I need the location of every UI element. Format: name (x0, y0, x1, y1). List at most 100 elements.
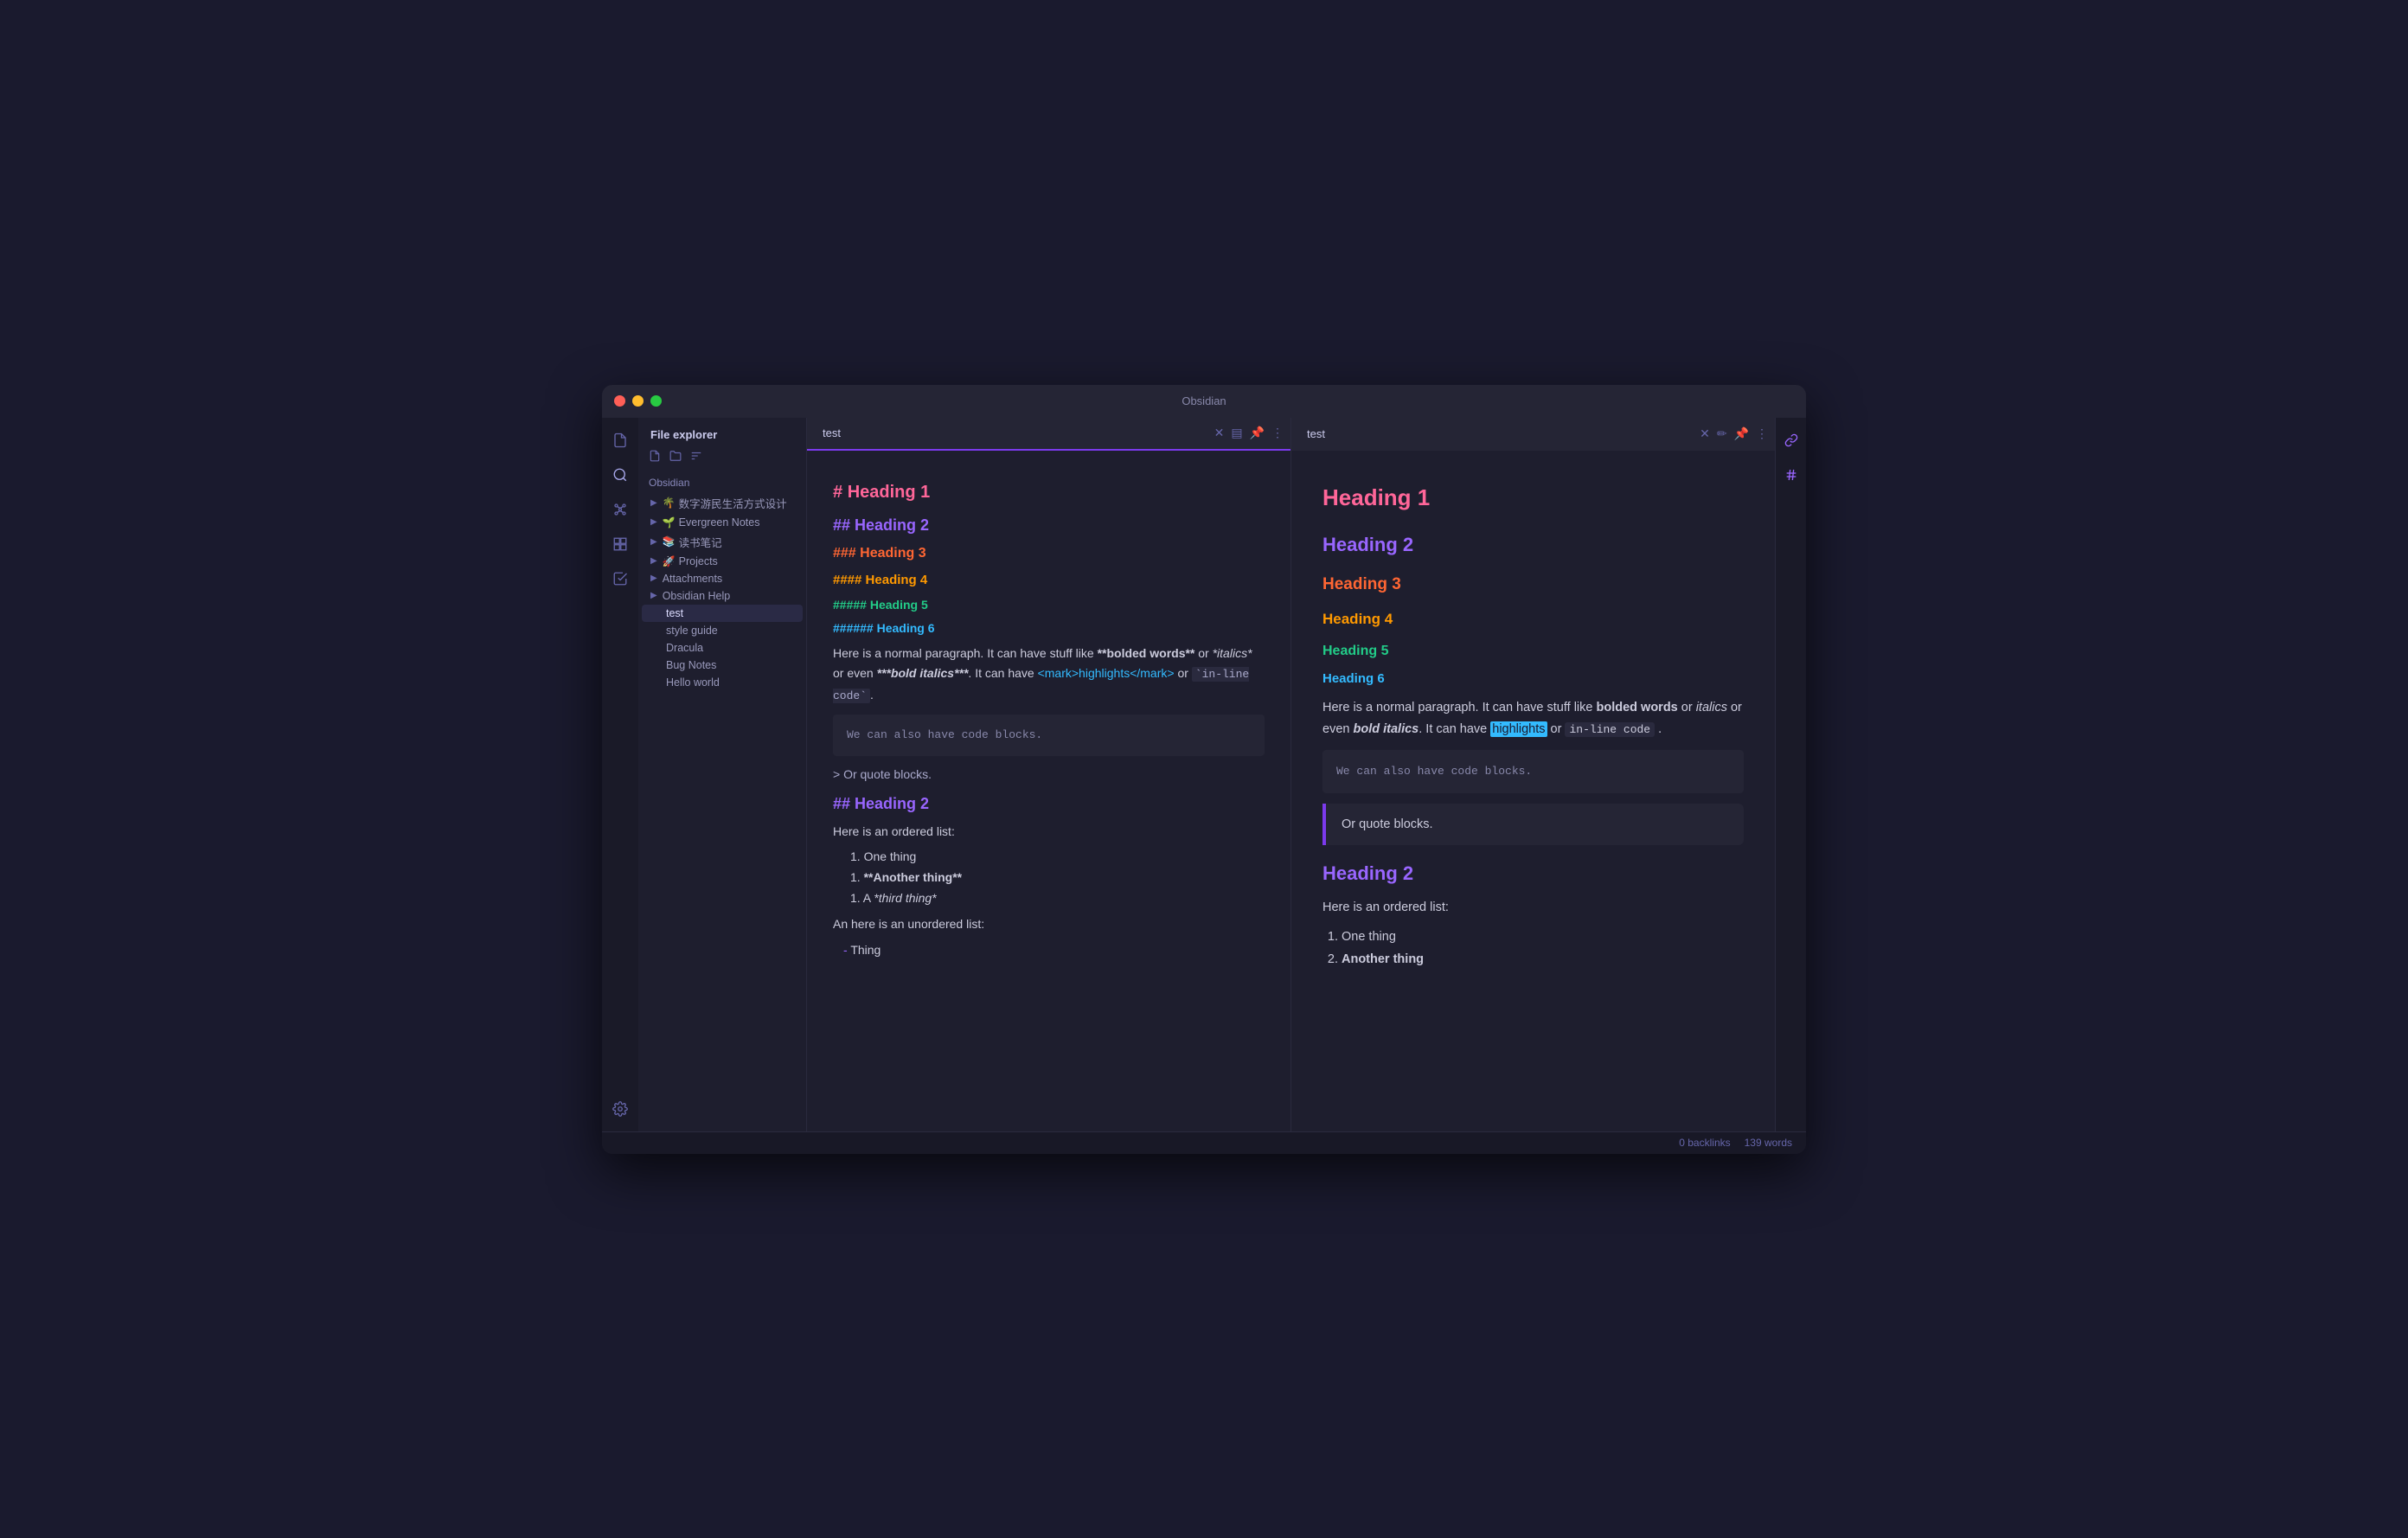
bold-italic-text: bold italics (1353, 722, 1419, 736)
list-item: One thing (1342, 926, 1744, 948)
list-item-active[interactable]: test (642, 605, 803, 622)
expand-arrow: ▶ (650, 556, 657, 566)
maximize-button[interactable] (650, 395, 662, 407)
expand-arrow: ▶ (650, 517, 657, 527)
preview-h4: Heading 4 (1322, 607, 1744, 632)
editor-h4: #### Heading 4 (833, 570, 1265, 591)
item-label: Bug Notes (650, 659, 716, 671)
search-icon[interactable] (605, 459, 636, 490)
icon-sidebar (602, 418, 638, 1131)
preview-pane: test ✕ ✏ 📌 ⋮ Heading 1 Heading 2 Heading… (1291, 418, 1775, 1131)
preview-ordered-list: One thing Another thing (1342, 926, 1744, 971)
list-item[interactable]: Bug Notes (642, 657, 803, 674)
item-emoji: 🚀 (663, 555, 676, 567)
item-label: Evergreen Notes (679, 516, 760, 529)
item-emoji: 🌴 (663, 497, 676, 509)
list-item[interactable]: Hello world (642, 674, 803, 691)
editor-h2-second: ## Heading 2 (833, 791, 1265, 817)
list-item: Another thing (1342, 948, 1744, 971)
new-file-icon[interactable] (647, 448, 663, 466)
right-sidebar (1775, 418, 1806, 1131)
list-item: 1. **Another thing** (850, 868, 1265, 888)
minimize-button[interactable] (632, 395, 644, 407)
editor-blockquote: > Or quote blocks. (833, 765, 1265, 784)
editor-code-block: We can also have code blocks. (833, 715, 1265, 757)
file-list: Obsidian ▶ 🌴 数字游民生活方式设计 ▶ 🌱 Evergreen No… (638, 473, 806, 1131)
file-explorer-title: File explorer (650, 428, 717, 441)
bold-text: bolded words (1596, 701, 1677, 715)
list-item[interactable]: Dracula (642, 639, 803, 657)
preview-h3: Heading 3 (1322, 571, 1744, 599)
editor-tab[interactable]: test (814, 418, 849, 449)
item-label: 数字游民生活方式设计 (679, 495, 787, 511)
italic-text: italics (1696, 701, 1727, 715)
preview-tab-actions: ✕ ✏ 📌 ⋮ (1700, 426, 1768, 441)
list-item: 1. A *third thing* (850, 888, 1265, 909)
main-content: test ✕ ▤ 📌 ⋮ # Heading 1 ## Heading 2 (807, 418, 1806, 1131)
blockquote-text: Or quote blocks. (1342, 817, 1433, 831)
editor-h2: ## Heading 2 (833, 513, 1265, 538)
plugin-icon[interactable] (605, 529, 636, 560)
file-explorer-tools (638, 448, 806, 473)
bold-italic-text: ***bold italics*** (877, 666, 969, 680)
file-explorer-header: File explorer (638, 418, 806, 448)
editor-unordered-list: Thing (843, 940, 1265, 959)
settings-icon[interactable] (605, 1093, 636, 1125)
editor-pane: test ✕ ▤ 📌 ⋮ # Heading 1 ## Heading 2 (807, 418, 1291, 1131)
backlink-icon[interactable] (1776, 425, 1807, 456)
preview-h5: Heading 5 (1322, 639, 1744, 663)
close-preview-icon[interactable]: ✕ (1700, 426, 1710, 441)
more-preview-icon[interactable]: ⋮ (1756, 426, 1768, 441)
titlebar: Obsidian (602, 385, 1806, 418)
editor-h6: ###### Heading 6 (833, 618, 1265, 638)
editor-h5: ##### Heading 5 (833, 595, 1265, 614)
expand-arrow: ▶ (650, 591, 657, 600)
list-item[interactable]: ▶ 📚 读书笔记 (642, 531, 803, 553)
close-button[interactable] (614, 395, 625, 407)
preview-h2-second: Heading 2 (1322, 857, 1744, 889)
item-label: Hello world (650, 676, 720, 689)
item-emoji: 🌱 (663, 516, 676, 529)
list-item[interactable]: ▶ Attachments (642, 570, 803, 587)
highlight-text: highlights (1490, 721, 1547, 737)
list-item[interactable]: ▶ Obsidian Help (642, 587, 803, 605)
preview-h6: Heading 6 (1322, 668, 1744, 690)
editor-h3: ### Heading 3 (833, 542, 1265, 565)
sort-icon[interactable] (688, 448, 704, 466)
item-label: Obsidian Help (663, 590, 731, 602)
preview-h1: Heading 1 (1322, 478, 1744, 516)
preview-tab-title: test (1307, 427, 1325, 440)
edit-icon[interactable]: ✏ (1717, 426, 1727, 441)
expand-arrow: ▶ (650, 537, 657, 547)
bold-text: **bolded words** (1098, 646, 1195, 660)
graph-icon[interactable] (605, 494, 636, 525)
preview-tab[interactable]: test (1298, 418, 1334, 451)
editor-h1: # Heading 1 (833, 478, 1265, 506)
italic-text: *italics* (1213, 646, 1252, 660)
editor-content[interactable]: # Heading 1 ## Heading 2 ### Heading 3 #… (807, 451, 1290, 1131)
traffic-lights (614, 395, 662, 407)
window-title: Obsidian (1182, 394, 1226, 407)
calendar-icon[interactable] (605, 563, 636, 594)
file-icon[interactable] (605, 425, 636, 456)
pin-icon[interactable]: 📌 (1250, 426, 1265, 440)
list-item[interactable]: ▶ 🌱 Evergreen Notes (642, 514, 803, 531)
new-folder-icon[interactable] (668, 448, 683, 466)
list-item: Thing (843, 940, 1265, 959)
tag-icon[interactable] (1776, 459, 1807, 490)
close-tab-icon[interactable]: ✕ (1214, 426, 1225, 440)
preview-h2-first: Heading 2 (1322, 529, 1744, 561)
editor-unordered-intro: An here is an unordered list: (833, 914, 1265, 935)
list-item[interactable]: style guide (642, 622, 803, 639)
word-count: 139 words (1745, 1137, 1792, 1149)
pin-preview-icon[interactable]: 📌 (1734, 426, 1749, 441)
list-item[interactable]: ▶ 🚀 Projects (642, 553, 803, 570)
layout-icon[interactable]: ▤ (1231, 426, 1242, 440)
expand-arrow: ▶ (650, 574, 657, 583)
editor-tab-title: test (823, 426, 841, 439)
list-item[interactable]: ▶ 🌴 数字游民生活方式设计 (642, 492, 803, 514)
item-label: Attachments (663, 573, 722, 585)
more-icon[interactable]: ⋮ (1271, 426, 1284, 440)
preview-blockquote: Or quote blocks. (1322, 804, 1744, 846)
editor-paragraph-1: Here is a normal paragraph. It can have … (833, 644, 1265, 706)
